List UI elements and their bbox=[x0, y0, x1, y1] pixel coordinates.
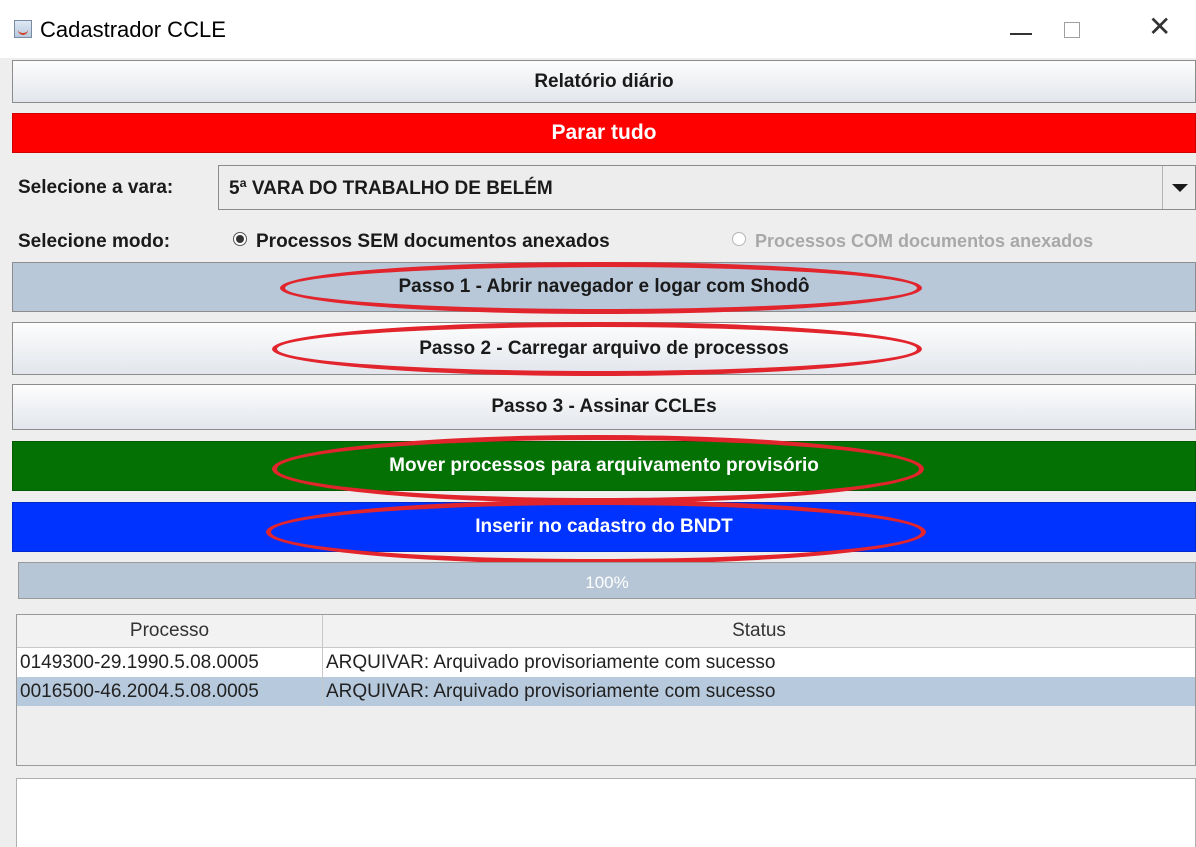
radio-com-documentos[interactable] bbox=[732, 232, 746, 246]
vara-selected-value: 5ª VARA DO TRABALHO DE BELÉM bbox=[229, 178, 553, 199]
chevron-down-icon[interactable] bbox=[1162, 166, 1195, 209]
progress-bar: 100% bbox=[18, 562, 1196, 599]
cell-processo: 0149300-29.1990.5.08.0005 bbox=[17, 648, 323, 677]
vara-select[interactable]: 5ª VARA DO TRABALHO DE BELÉM bbox=[218, 165, 1196, 210]
passo-3-button[interactable]: Passo 3 - Assinar CCLEs bbox=[12, 384, 1196, 430]
cell-processo: 0016500-46.2004.5.08.0005 bbox=[17, 677, 323, 706]
java-cup-icon bbox=[14, 20, 32, 38]
vara-label: Selecione a vara: bbox=[18, 177, 174, 198]
title-bar: Cadastrador CCLE ✕ bbox=[0, 0, 1196, 58]
inserir-bndt-button[interactable]: Inserir no cadastro do BNDT bbox=[12, 502, 1196, 552]
column-header-status[interactable]: Status bbox=[323, 615, 1195, 647]
table-row[interactable]: 0016500-46.2004.5.08.0005 ARQUIVAR: Arqu… bbox=[17, 677, 1195, 706]
progress-text: 100% bbox=[585, 573, 629, 592]
processos-table[interactable]: Processo Status 0149300-29.1990.5.08.000… bbox=[16, 614, 1196, 766]
close-icon[interactable]: ✕ bbox=[1148, 12, 1171, 42]
mover-arquivamento-button[interactable]: Mover processos para arquivamento provis… bbox=[12, 441, 1196, 491]
passo-2-button[interactable]: Passo 2 - Carregar arquivo de processos bbox=[12, 322, 1196, 375]
column-header-processo[interactable]: Processo bbox=[17, 615, 323, 647]
radio-com-documentos-label[interactable]: Processos COM documentos anexados bbox=[755, 231, 1093, 252]
radio-sem-documentos[interactable] bbox=[233, 232, 247, 246]
minimize-icon[interactable] bbox=[1010, 33, 1032, 35]
passo-1-button[interactable]: Passo 1 - Abrir navegador e logar com Sh… bbox=[12, 262, 1196, 312]
radio-sem-documentos-label[interactable]: Processos SEM documentos anexados bbox=[256, 231, 610, 253]
parar-tudo-button[interactable]: Parar tudo bbox=[12, 113, 1196, 153]
relatorio-diario-button[interactable]: Relatório diário bbox=[12, 60, 1196, 103]
cell-status: ARQUIVAR: Arquivado provisoriamente com … bbox=[326, 681, 776, 702]
maximize-icon[interactable] bbox=[1064, 22, 1080, 38]
log-textarea[interactable] bbox=[16, 778, 1196, 847]
table-row[interactable]: 0149300-29.1990.5.08.0005 ARQUIVAR: Arqu… bbox=[17, 648, 1195, 677]
modo-label: Selecione modo: bbox=[18, 231, 171, 252]
cell-status: ARQUIVAR: Arquivado provisoriamente com … bbox=[326, 652, 776, 673]
table-header: Processo Status bbox=[17, 615, 1195, 648]
app-window: Cadastrador CCLE ✕ Relatório diário Para… bbox=[0, 0, 1196, 847]
window-title: Cadastrador CCLE bbox=[40, 17, 226, 42]
